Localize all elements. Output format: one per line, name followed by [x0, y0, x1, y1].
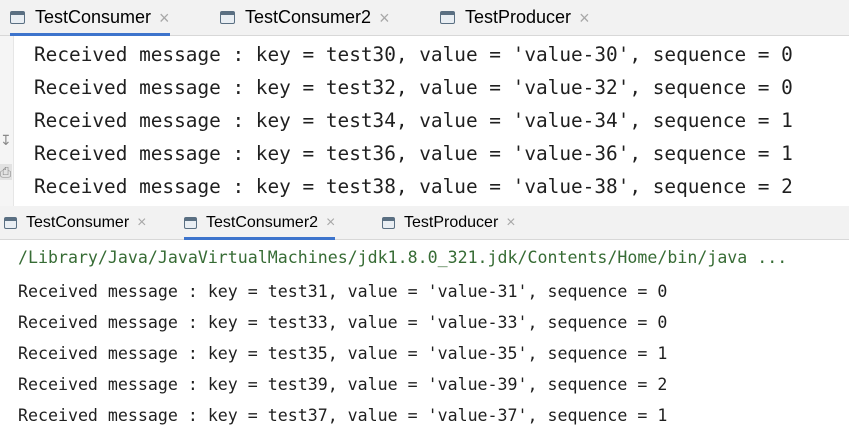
file-tab-icon	[184, 216, 197, 229]
console-line: Received message : key = test31, value =…	[18, 282, 668, 301]
tab-label: TestProducer	[465, 7, 572, 27]
file-tab-icon	[382, 216, 395, 229]
file-tab-icon	[4, 216, 17, 229]
top-tab-bar: TestConsumer × TestConsumer2 × TestProdu…	[0, 0, 849, 36]
file-tab-icon	[220, 11, 235, 24]
top-run-panel: TestConsumer × TestConsumer2 × TestProdu…	[0, 0, 849, 206]
tab-testconsumer[interactable]: TestConsumer ×	[10, 0, 170, 36]
console-line: Received message : key = test39, value =…	[18, 375, 668, 394]
tab-label: TestConsumer	[35, 7, 152, 27]
tab-testconsumer[interactable]: TestConsumer ×	[4, 206, 147, 239]
tab-label: TestConsumer2	[206, 213, 319, 231]
console-line: Received message : key = test38, value =…	[34, 175, 793, 198]
close-icon[interactable]: ×	[137, 214, 146, 231]
bottom-run-panel: TestConsumer × TestConsumer2 × TestProdu…	[0, 206, 849, 430]
bottom-tab-bar: TestConsumer × TestConsumer2 × TestProdu…	[0, 206, 849, 240]
print-icon[interactable]: ⎙	[0, 164, 12, 180]
console-line: Received message : key = test34, value =…	[34, 109, 793, 132]
close-icon[interactable]: ×	[159, 9, 170, 27]
file-tab-icon	[440, 11, 455, 24]
close-icon[interactable]: ×	[506, 214, 515, 231]
scroll-to-end-icon[interactable]: ↧	[0, 132, 12, 148]
tab-label: TestConsumer	[26, 213, 130, 231]
console-line: Received message : key = test32, value =…	[34, 76, 793, 99]
console-line: Received message : key = test37, value =…	[18, 406, 668, 425]
java-command-line: /Library/Java/JavaVirtualMachines/jdk1.8…	[18, 248, 788, 267]
console-line: Received message : key = test36, value =…	[34, 142, 793, 165]
close-icon[interactable]: ×	[326, 214, 335, 231]
file-tab-icon	[10, 11, 25, 24]
close-icon[interactable]: ×	[579, 9, 590, 27]
console-line: Received message : key = test33, value =…	[18, 313, 668, 332]
tab-testconsumer2[interactable]: TestConsumer2 ×	[220, 0, 390, 35]
tab-testproducer[interactable]: TestProducer ×	[382, 206, 516, 239]
tool-gutter: ↧ ⎙	[0, 36, 14, 206]
tab-testproducer[interactable]: TestProducer ×	[440, 0, 590, 35]
close-icon[interactable]: ×	[379, 9, 390, 27]
tab-label: TestProducer	[404, 213, 499, 231]
tab-label: TestConsumer2	[245, 7, 372, 27]
console-line: Received message : key = test35, value =…	[18, 344, 668, 363]
console-line: Received message : key = test30, value =…	[34, 43, 793, 66]
tab-testconsumer2[interactable]: TestConsumer2 ×	[184, 206, 336, 240]
